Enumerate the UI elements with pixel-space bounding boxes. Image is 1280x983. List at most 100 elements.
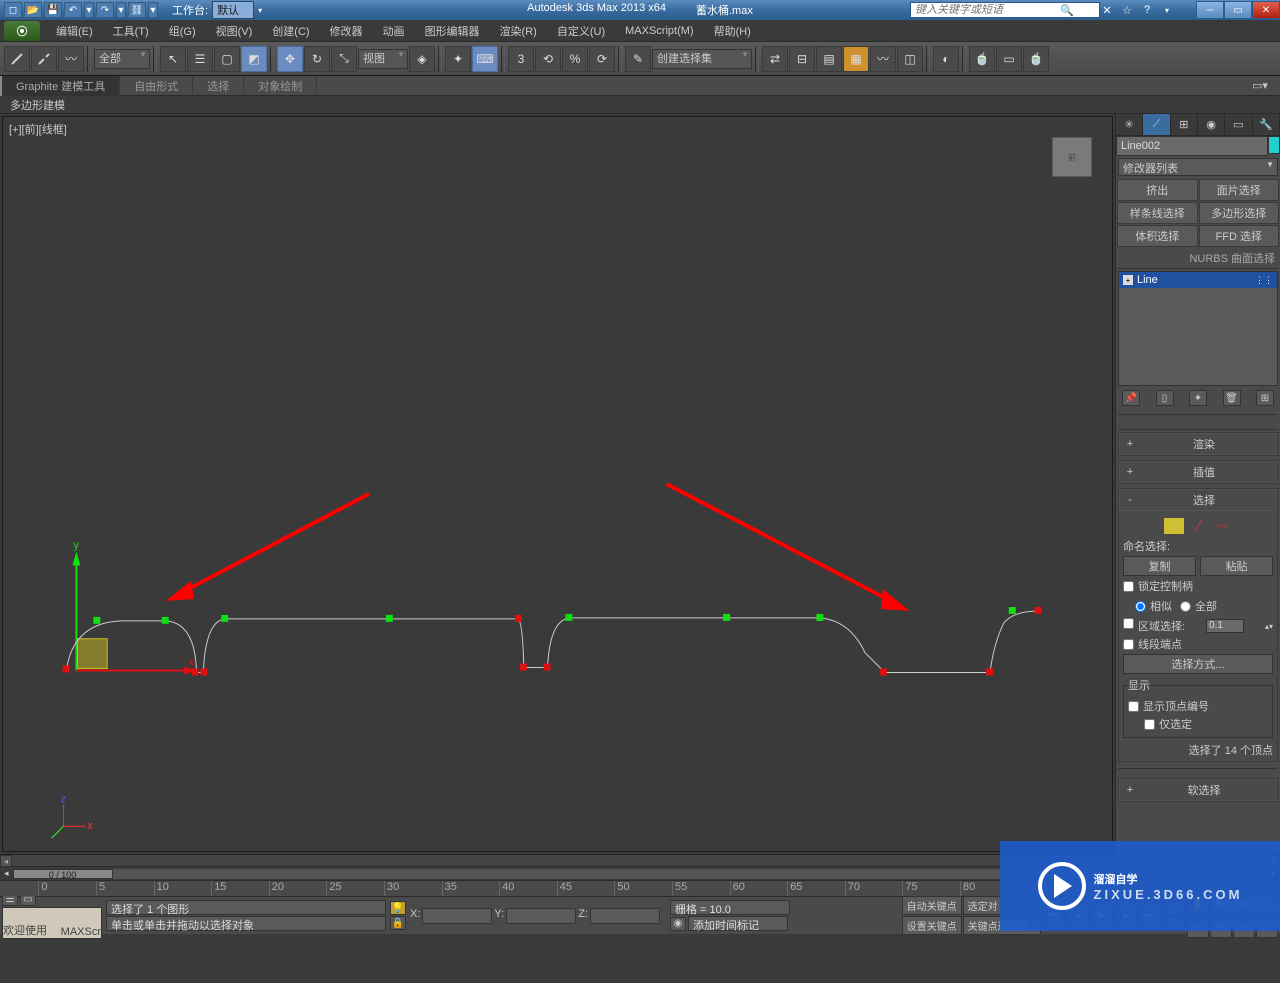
named-selset-combo[interactable]: 创建选择集 xyxy=(652,49,752,69)
ribbon-tab-selection[interactable]: 选择 xyxy=(193,76,244,96)
qat-undo-menu[interactable]: ▾ xyxy=(84,2,94,18)
render-icon[interactable]: 🍵 xyxy=(1023,46,1049,72)
similar-radio[interactable]: 相似 xyxy=(1135,598,1172,614)
ribbon-tab-objectpaint[interactable]: 对象绘制 xyxy=(244,76,317,96)
select-icon[interactable]: ↖ xyxy=(160,46,186,72)
show-vertex-num-checkbox[interactable]: 显示顶点编号 xyxy=(1128,698,1268,714)
rollout-hdr-render[interactable]: +渲染 xyxy=(1119,433,1277,455)
mod-btn-extrude[interactable]: 挤出 xyxy=(1117,179,1198,201)
menu-edit[interactable]: 编辑(E) xyxy=(46,21,103,41)
keyboard-shortcut-icon[interactable]: ⌨ xyxy=(472,46,498,72)
ribbon-expand-icon[interactable]: ▭▾ xyxy=(1252,79,1272,92)
bind-spacewarp-icon[interactable]: 〰 xyxy=(58,46,84,72)
select-by-button[interactable]: 选择方式... xyxy=(1123,654,1273,674)
utilities-tab-icon[interactable]: 🔧 xyxy=(1253,114,1280,135)
rollout-hdr-soft[interactable]: +软选择 xyxy=(1119,779,1277,801)
snap-toggle-icon[interactable]: 3 xyxy=(508,46,534,72)
selected-only-checkbox[interactable]: 仅选定 xyxy=(1128,716,1268,732)
coord-y-input[interactable] xyxy=(506,908,576,924)
time-slider-prev-icon[interactable]: ◂ xyxy=(4,868,9,879)
pivot-center-icon[interactable]: ◈ xyxy=(409,46,435,72)
lock-selection-icon[interactable]: 💡 xyxy=(390,901,406,915)
selection-filter-combo[interactable]: 全部 xyxy=(94,49,150,69)
make-unique-icon[interactable]: ✦ xyxy=(1189,390,1207,406)
help-icon[interactable]: ? xyxy=(1139,2,1155,18)
configure-sets-icon[interactable]: ⊞ xyxy=(1256,390,1274,406)
menu-create[interactable]: 创建(C) xyxy=(262,21,319,41)
application-button[interactable]: ⦿ xyxy=(4,21,40,41)
seg-end-checkbox[interactable]: 线段端点 xyxy=(1123,636,1273,652)
motion-tab-icon[interactable]: ◉ xyxy=(1198,114,1225,135)
remove-mod-icon[interactable]: 🗑 xyxy=(1223,390,1241,406)
render-frame-icon[interactable]: ▭ xyxy=(996,46,1022,72)
qat-undo[interactable]: ↶ xyxy=(64,2,82,18)
autokey-button[interactable]: 自动关键点 xyxy=(902,896,962,915)
ribbon-tab-freeform[interactable]: 自由形式 xyxy=(120,76,193,96)
menu-customize[interactable]: 自定义(U) xyxy=(547,21,615,41)
qat-save[interactable]: 💾 xyxy=(44,2,62,18)
object-name-input[interactable] xyxy=(1116,136,1268,156)
manipulate-icon[interactable]: ✦ xyxy=(445,46,471,72)
stack-item-line[interactable]: + Line ⋮⋮ xyxy=(1119,272,1277,288)
coord-z-input[interactable] xyxy=(590,908,660,924)
modify-tab-icon[interactable]: ⟋ xyxy=(1143,114,1170,135)
menu-views[interactable]: 视图(V) xyxy=(206,21,263,41)
lock-icon[interactable]: 🔒 xyxy=(390,916,406,930)
mod-btn-patchsel[interactable]: 面片选择 xyxy=(1199,179,1280,201)
nurbs-surf-sel[interactable]: NURBS 曲面选择 xyxy=(1117,248,1279,269)
menu-animation[interactable]: 动画 xyxy=(373,21,415,41)
spline-subobj-icon[interactable]: 〰 xyxy=(1212,518,1232,534)
scale-icon[interactable]: ⤡ xyxy=(331,46,357,72)
paste-button[interactable]: 粘贴 xyxy=(1200,556,1273,576)
transform-gizmo[interactable]: y x xyxy=(72,539,197,674)
time-tag-icon[interactable]: ◉ xyxy=(670,917,686,931)
exchange-icon[interactable]: ✕ xyxy=(1099,2,1115,18)
coord-x-input[interactable] xyxy=(422,908,492,924)
move-icon[interactable]: ✥ xyxy=(277,46,303,72)
setkey-button[interactable]: 设置关键点 xyxy=(902,916,962,935)
viewport-front[interactable]: [+][前][线框] 前 y x xyxy=(2,116,1113,852)
qat-redo-menu[interactable]: ▾ xyxy=(116,2,126,18)
ref-coord-combo[interactable]: 视图 xyxy=(358,49,408,69)
copy-button[interactable]: 复制 xyxy=(1123,556,1196,576)
edit-selset-icon[interactable]: ✎ xyxy=(625,46,651,72)
minimize-button[interactable]: ─ xyxy=(1196,1,1224,19)
graphite-ribbon-icon[interactable]: ▦ xyxy=(843,46,869,72)
menu-group[interactable]: 组(G) xyxy=(159,21,206,41)
object-color-swatch[interactable] xyxy=(1268,136,1280,154)
align-icon[interactable]: ⊟ xyxy=(789,46,815,72)
hierarchy-tab-icon[interactable]: ⊞ xyxy=(1171,114,1198,135)
qat-link[interactable]: ⛓ xyxy=(128,2,146,18)
show-end-result-icon[interactable]: ▯ xyxy=(1156,390,1174,406)
rollout-hdr-interp[interactable]: +插值 xyxy=(1119,461,1277,483)
menu-tools[interactable]: 工具(T) xyxy=(103,21,159,41)
select-by-name-icon[interactable]: ☰ xyxy=(187,46,213,72)
mod-btn-volsel[interactable]: 体积选择 xyxy=(1117,225,1198,247)
rotate-icon[interactable]: ↻ xyxy=(304,46,330,72)
link-icon[interactable] xyxy=(4,46,30,72)
expand-icon[interactable]: + xyxy=(1123,275,1133,285)
menu-modifiers[interactable]: 修改器 xyxy=(320,21,373,41)
modifier-stack[interactable]: + Line ⋮⋮ xyxy=(1118,271,1278,386)
region-select-row[interactable]: 区域选择: 0.1▴▾ xyxy=(1123,618,1273,634)
pin-stack-icon[interactable]: 📌 xyxy=(1122,390,1140,406)
qat-new[interactable]: ◻ xyxy=(4,2,22,18)
ribbon-tab-graphite[interactable]: Graphite 建模工具 xyxy=(0,76,120,96)
keyfilter-combo[interactable]: 选定对 xyxy=(963,896,1003,915)
ribbon-sub-label[interactable]: 多边形建模 xyxy=(10,97,65,113)
percent-snap-icon[interactable]: % xyxy=(562,46,588,72)
render-setup-icon[interactable]: 🍵 xyxy=(969,46,995,72)
mirror-icon[interactable]: ⇄ xyxy=(762,46,788,72)
schematic-view-icon[interactable]: ◫ xyxy=(897,46,923,72)
time-slider-thumb[interactable]: 0 / 100 xyxy=(13,869,113,879)
qat-more[interactable]: ▾ xyxy=(148,2,158,18)
menu-help[interactable]: 帮助(H) xyxy=(704,21,761,41)
rectangle-region-icon[interactable]: ▢ xyxy=(214,46,240,72)
help-menu-icon[interactable]: ▾ xyxy=(1159,2,1175,18)
window-crossing-icon[interactable]: ◩ xyxy=(241,46,267,72)
vertex-subobj-icon[interactable]: ∴ xyxy=(1164,518,1184,534)
modifier-list-combo[interactable]: 修改器列表 xyxy=(1118,158,1278,176)
create-tab-icon[interactable]: ✳ xyxy=(1116,114,1143,135)
all-radio[interactable]: 全部 xyxy=(1180,598,1217,614)
workspace-combo[interactable]: 默认 xyxy=(212,1,254,19)
